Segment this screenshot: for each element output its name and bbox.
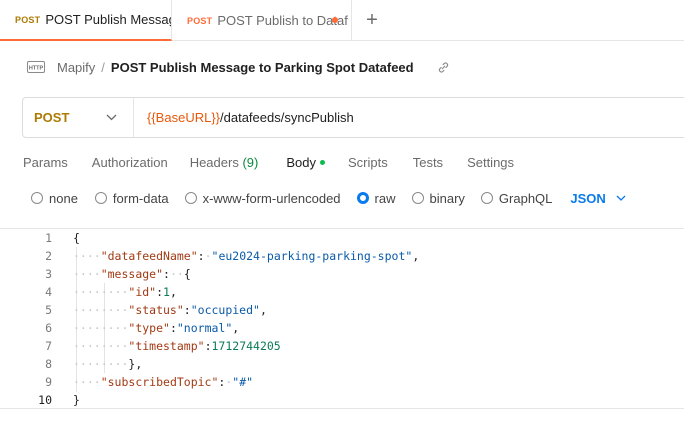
tab-headers[interactable]: Headers (9) <box>190 155 259 170</box>
code-line: 2 ····"datafeedName":·"eu2024-parking-pa… <box>0 247 684 265</box>
line-number: 6 <box>45 321 52 335</box>
body-mode-label: form-data <box>112 190 169 206</box>
tab-publish-message[interactable]: POST POST Publish Message <box>0 0 172 41</box>
radio-button[interactable] <box>184 192 197 204</box>
unsaved-dot-icon <box>332 17 338 23</box>
code-text: } <box>73 393 80 407</box>
tab-method: POST <box>187 15 213 26</box>
body-indicator-dot-icon <box>319 159 325 165</box>
radio-button[interactable] <box>411 192 424 204</box>
line-number: 4 <box>45 285 52 299</box>
code-line: 8 ········}, <box>0 355 684 373</box>
method-label: POST <box>34 110 70 125</box>
http-icon: HTTP <box>27 58 45 76</box>
raw-language-select[interactable]: JSON <box>570 191 627 206</box>
url-variable: {{BaseURL}} <box>147 110 221 125</box>
line-number: 3 <box>45 267 52 281</box>
tab-body-label: Body <box>286 154 316 170</box>
url-path: /datafeeds/syncPublish <box>220 110 354 125</box>
code-text: ····"subscribedTopic":·"#" <box>73 375 254 389</box>
url-input[interactable]: {{BaseURL}}/datafeeds/syncPublish <box>147 110 354 125</box>
tab-authorization[interactable]: Authorization <box>92 155 168 170</box>
body-mode-label: none <box>49 190 78 206</box>
new-tab-button[interactable]: + <box>362 9 382 31</box>
url-bar: POST {{BaseURL}}/datafeeds/syncPublish <box>22 97 684 138</box>
tab-method: POST <box>15 14 41 25</box>
tab-headers-label: Headers <box>189 154 239 170</box>
link-icon[interactable] <box>437 60 451 74</box>
code-line: 6 ········"type":"normal", <box>0 319 684 337</box>
tab-bar: POST POST Publish Message POST POST Publ… <box>0 0 684 41</box>
body-mode-none[interactable]: none <box>31 191 78 206</box>
breadcrumb-collection-link[interactable]: Mapify <box>57 60 95 75</box>
code-line: 7 ········"timestamp":1712744205 <box>0 337 684 355</box>
code-line: 5 ········"status":"occupied", <box>0 301 684 319</box>
code-text: ····"datafeedName":·"eu2024-parking-park… <box>73 249 420 263</box>
code-text: ········}, <box>73 357 143 371</box>
chevron-down-icon <box>106 112 118 124</box>
body-mode-label: raw <box>374 190 396 206</box>
code-text: ········"timestamp":1712744205 <box>73 339 281 353</box>
line-number: 10 <box>38 393 52 407</box>
line-number: 8 <box>45 357 52 371</box>
tab-title: POST Publish Message <box>45 12 172 27</box>
body-mode-label: binary <box>429 190 465 206</box>
radio-button-selected[interactable] <box>356 192 369 204</box>
method-select[interactable]: POST <box>23 98 134 137</box>
code-text: ········"type":"normal", <box>73 321 240 335</box>
body-mode-raw[interactable]: raw <box>356 190 396 206</box>
tab-scripts[interactable]: Scripts <box>348 155 388 170</box>
code-line: 1 { <box>0 229 684 247</box>
body-mode-binary[interactable]: binary <box>411 190 465 206</box>
tab-title: POST Publish to Dataf <box>217 13 348 28</box>
line-number: 7 <box>45 339 52 353</box>
code-line: 3 ····"message":··{ <box>0 265 684 283</box>
breadcrumb-separator: / <box>101 59 105 75</box>
request-title[interactable]: POST Publish Message to Parking Spot Dat… <box>111 60 414 75</box>
tab-tests[interactable]: Tests <box>413 155 443 170</box>
body-mode-label: x-www-form-urlencoded <box>202 190 341 206</box>
headers-count-badge: (9) <box>242 154 259 170</box>
chevron-down-icon <box>616 192 628 204</box>
line-number: 9 <box>45 375 52 389</box>
tab-publish-to-datafeed[interactable]: POST POST Publish to Dataf <box>172 0 352 41</box>
code-line: 9 ····"subscribedTopic":·"#" <box>0 373 684 391</box>
line-number: 5 <box>45 303 52 317</box>
radio-button[interactable] <box>31 192 43 204</box>
code-text: ········"status":"occupied", <box>73 303 267 317</box>
tab-settings[interactable]: Settings <box>467 155 514 170</box>
code-line: 4 ········"id":1, <box>0 283 684 301</box>
body-mode-urlencoded[interactable]: x-www-form-urlencoded <box>184 190 341 206</box>
body-mode-form-data[interactable]: form-data <box>94 190 169 206</box>
breadcrumb: HTTP Mapify / POST Publish Message to Pa… <box>27 55 451 79</box>
radio-button[interactable] <box>480 192 493 204</box>
body-mode-label: GraphQL <box>498 190 553 206</box>
line-number: 2 <box>45 249 52 263</box>
body-mode-selector: none form-data x-www-form-urlencoded raw… <box>31 188 628 208</box>
svg-text:HTTP: HTTP <box>29 66 44 72</box>
body-mode-graphql[interactable]: GraphQL <box>480 190 553 206</box>
radio-button[interactable] <box>94 192 107 204</box>
request-tabs: Params Authorization Headers (9) Body Sc… <box>23 152 514 172</box>
tab-params[interactable]: Params <box>23 155 68 170</box>
code-text: ····"message":··{ <box>73 267 191 281</box>
code-line: 10 } <box>0 391 684 409</box>
raw-language-label: JSON <box>570 190 606 206</box>
tab-body[interactable]: Body <box>286 155 325 170</box>
code-editor[interactable]: 1 { 2 ····"datafeedName":·"eu2024-parkin… <box>0 228 684 409</box>
line-number: 1 <box>45 231 52 245</box>
code-text: { <box>73 231 80 245</box>
code-text: ········"id":1, <box>73 285 177 299</box>
